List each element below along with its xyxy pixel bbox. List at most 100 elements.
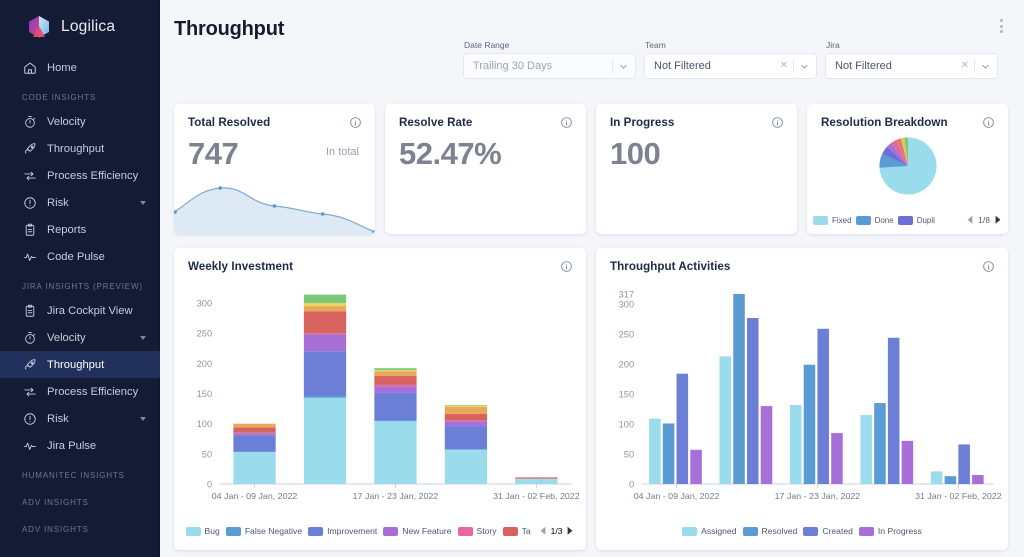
sidebar-item-risk[interactable]: Risk: [0, 189, 160, 216]
kebab-menu-icon[interactable]: [997, 16, 1006, 36]
bar[interactable]: [677, 374, 689, 484]
legend-item[interactable]: In Progress: [859, 526, 922, 536]
bar-segment[interactable]: [304, 334, 346, 351]
bar-segment[interactable]: [233, 433, 275, 434]
brand[interactable]: Logilica: [0, 0, 160, 54]
prev-arrow-icon[interactable]: [966, 215, 974, 225]
next-arrow-icon[interactable]: [994, 215, 1002, 225]
bar-segment[interactable]: [374, 421, 416, 484]
bar-segment[interactable]: [233, 424, 275, 428]
bar-segment[interactable]: [515, 479, 557, 484]
clear-icon[interactable]: ✕: [956, 61, 974, 71]
info-icon[interactable]: [982, 260, 995, 273]
sidebar-item-throughput[interactable]: Throughput: [0, 351, 160, 378]
sidebar-item-throughput[interactable]: Throughput: [0, 135, 160, 162]
bar[interactable]: [931, 471, 943, 484]
sidebar-item-process-efficiency[interactable]: Process Efficiency: [0, 162, 160, 189]
bar-segment[interactable]: [445, 426, 487, 449]
bar-segment[interactable]: [445, 420, 487, 421]
bar-segment[interactable]: [374, 368, 416, 370]
bar[interactable]: [804, 365, 816, 484]
legend-item[interactable]: Resolved: [743, 526, 798, 536]
legend-item[interactable]: Story: [458, 526, 497, 536]
bar-segment[interactable]: [304, 351, 346, 396]
bar-segment[interactable]: [304, 303, 346, 306]
sidebar-item-code-pulse[interactable]: Code Pulse: [0, 243, 160, 270]
bar[interactable]: [972, 475, 984, 484]
bar[interactable]: [817, 329, 829, 484]
bar-segment[interactable]: [445, 405, 487, 406]
info-icon[interactable]: [560, 116, 573, 129]
legend-item[interactable]: False Negative: [226, 526, 302, 536]
legend-item[interactable]: New Feature: [383, 526, 451, 536]
legend-item[interactable]: Bug: [186, 526, 220, 536]
bar[interactable]: [720, 356, 732, 484]
sidebar-item-jira-cockpit-view[interactable]: Jira Cockpit View: [0, 297, 160, 324]
bar[interactable]: [945, 476, 957, 484]
bar-segment[interactable]: [374, 376, 416, 384]
chevron-down-icon[interactable]: [140, 336, 146, 340]
bar-segment[interactable]: [233, 433, 275, 435]
bar[interactable]: [874, 403, 886, 484]
filter-select[interactable]: Not Filtered✕: [825, 53, 998, 79]
bar[interactable]: [733, 294, 745, 484]
chevron-down-icon[interactable]: [975, 62, 995, 71]
bar-segment[interactable]: [304, 306, 346, 311]
clear-icon[interactable]: ✕: [775, 61, 793, 71]
legend-item[interactable]: Created: [803, 526, 853, 536]
bar-segment[interactable]: [304, 398, 346, 484]
bar-segment[interactable]: [304, 396, 346, 398]
bar[interactable]: [761, 406, 773, 484]
sidebar-item-process-efficiency[interactable]: Process Efficiency: [0, 378, 160, 405]
bar-segment[interactable]: [233, 427, 275, 432]
bar-segment[interactable]: [515, 477, 557, 478]
info-icon[interactable]: [771, 116, 784, 129]
bar-segment[interactable]: [304, 311, 346, 333]
prev-arrow-icon[interactable]: [539, 526, 547, 536]
legend-item[interactable]: Ta: [503, 526, 531, 536]
bar[interactable]: [747, 318, 759, 484]
bar-segment[interactable]: [374, 393, 416, 420]
info-icon[interactable]: [982, 116, 995, 129]
chevron-down-icon[interactable]: [140, 201, 146, 205]
sidebar-item-risk[interactable]: Risk: [0, 405, 160, 432]
next-arrow-icon[interactable]: [566, 526, 574, 536]
bar[interactable]: [831, 433, 843, 484]
bar-segment[interactable]: [445, 406, 487, 407]
bar-segment[interactable]: [233, 435, 275, 451]
bar[interactable]: [690, 450, 702, 484]
bar[interactable]: [649, 419, 661, 484]
sidebar-item-reports[interactable]: Reports: [0, 216, 160, 243]
chevron-down-icon[interactable]: [613, 62, 633, 71]
bar-segment[interactable]: [233, 452, 275, 484]
bar-segment[interactable]: [374, 371, 416, 376]
bar-segment[interactable]: [445, 449, 487, 450]
sidebar-item-home[interactable]: Home: [0, 54, 160, 81]
bar[interactable]: [790, 405, 802, 484]
bar-segment[interactable]: [304, 295, 346, 303]
bar-segment[interactable]: [374, 384, 416, 386]
bar[interactable]: [958, 444, 970, 484]
chevron-down-icon[interactable]: [794, 62, 814, 71]
info-icon[interactable]: [349, 116, 362, 129]
legend-item[interactable]: Assigned: [682, 526, 736, 536]
bar-segment[interactable]: [445, 407, 487, 414]
bar-segment[interactable]: [445, 450, 487, 484]
legend-item[interactable]: Improvement: [308, 526, 377, 536]
bar-segment[interactable]: [304, 333, 346, 334]
bar[interactable]: [663, 423, 675, 484]
sidebar-item-velocity[interactable]: Velocity: [0, 324, 160, 351]
filter-select[interactable]: Trailing 30 Days: [463, 53, 636, 79]
sidebar-item-velocity[interactable]: Velocity: [0, 108, 160, 135]
bar[interactable]: [860, 415, 872, 484]
filter-select[interactable]: Not Filtered✕: [644, 53, 817, 79]
bar-segment[interactable]: [374, 386, 416, 393]
bar-segment[interactable]: [233, 451, 275, 452]
info-icon[interactable]: [560, 260, 573, 273]
bar-segment[interactable]: [374, 420, 416, 421]
bar[interactable]: [902, 441, 914, 484]
bar[interactable]: [888, 338, 900, 484]
sidebar-item-jira-pulse[interactable]: Jira Pulse: [0, 432, 160, 459]
bar-segment[interactable]: [445, 414, 487, 420]
chevron-down-icon[interactable]: [140, 417, 146, 421]
